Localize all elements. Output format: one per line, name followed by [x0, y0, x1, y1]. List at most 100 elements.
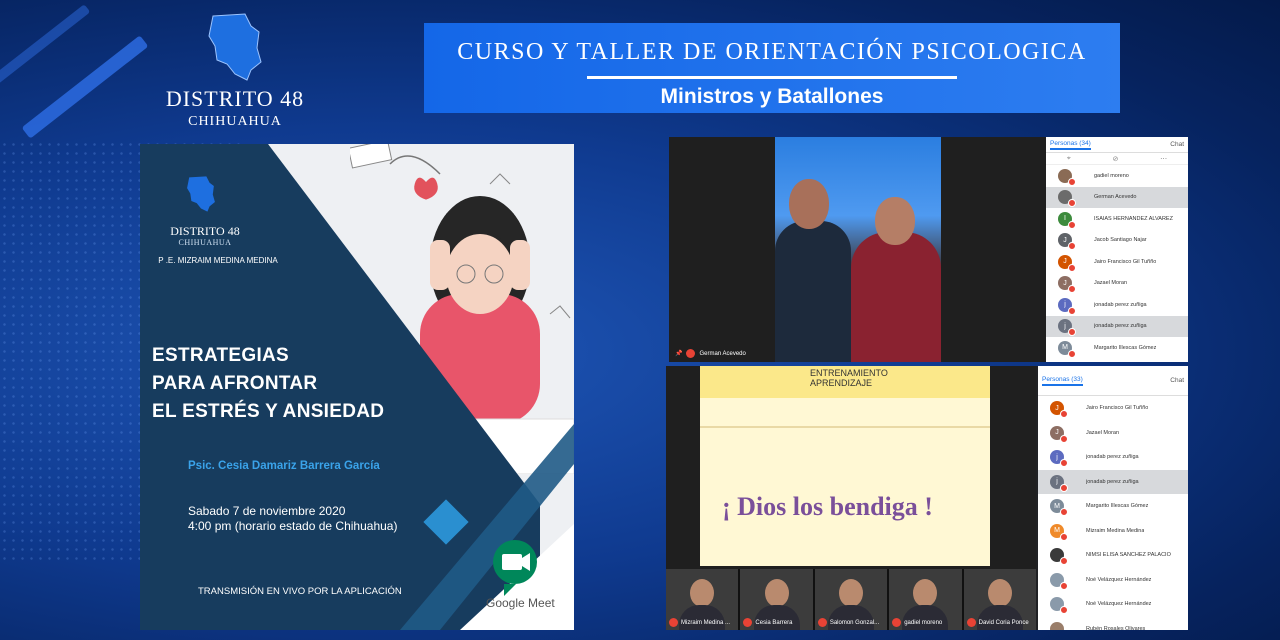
participant-row[interactable]: J Jazael Moran — [1038, 421, 1188, 446]
participant-name: gadiel moreno — [1094, 172, 1129, 179]
participant-row[interactable]: M Margarito Illescas Gómez — [1038, 494, 1188, 519]
participant-row[interactable]: J Jairo Francisco Gil Tuñño — [1046, 251, 1188, 273]
google-meet-label: Google Meet — [486, 596, 555, 610]
avatar: J — [1050, 425, 1068, 443]
participant-name: Jairo Francisco Gil Tuñño — [1094, 258, 1157, 265]
participant-head — [913, 579, 938, 607]
participant-row[interactable]: j jonadab perez zuñiga — [1038, 469, 1188, 494]
presentation-slide: ENTRENAMIENTO APRENDIZAJE ¡ Dios los ben… — [700, 366, 990, 566]
mic-muted-icon — [669, 618, 678, 627]
avatar — [1050, 548, 1068, 566]
participant-head — [839, 579, 864, 607]
participant-list: J Jairo Francisco Gil Tuñño J Jazael Moran j… — [1038, 396, 1188, 630]
participant-tile-strip: Mizraim Medina ... Cesia Barrera Salomon G… — [666, 569, 1037, 630]
participant-row[interactable]: J Jacob Santiago Najar — [1046, 230, 1188, 252]
participant-name: Jazael Moran — [1094, 280, 1128, 287]
poster-district: DISTRITO 48 — [170, 224, 240, 238]
participant-row[interactable]: Rubén Rosales Olivares — [1038, 617, 1188, 630]
participant-name: Jazael Moran — [1086, 429, 1120, 436]
mic-muted-icon — [892, 618, 902, 627]
participant-name: German Acevedo — [1094, 194, 1137, 201]
participant-row[interactable]: j jonadab perez zuñiga — [1038, 445, 1188, 470]
participant-row[interactable]: German Acevedo — [1046, 186, 1188, 208]
avatar-initial: j — [1064, 322, 1066, 330]
participant-tile[interactable]: Salomon Gonzal... — [814, 569, 888, 630]
participant-name: jonadab perez zuñiga — [1094, 323, 1147, 330]
tab-chat[interactable]: Chat — [1170, 377, 1184, 384]
participant-row[interactable]: j jonadab perez zuñiga — [1046, 294, 1188, 316]
poster-speaker: Psic. Cesia Damariz Barrera García — [188, 460, 380, 472]
tab-chat[interactable]: Chat — [1170, 141, 1184, 148]
participant-tile[interactable]: Cesia Barrera — [740, 569, 813, 630]
avatar: M — [1058, 340, 1076, 358]
mic-muted-icon — [1068, 177, 1076, 186]
slide-header: ENTRENAMIENTO APRENDIZAJE — [700, 366, 990, 398]
avatar — [1058, 190, 1076, 208]
participant-row[interactable]: NIMSI ELISA SANCHEZ PALACIO — [1038, 543, 1188, 568]
participant-name: ISAIAS HERNANDEZ ALVAREZ — [1094, 215, 1173, 222]
participant-row[interactable]: Noé Velázquez Hernández — [1038, 592, 1188, 617]
mic-muted-icon — [966, 618, 976, 627]
logo-subtitle: CHIHUAHUA — [188, 114, 282, 129]
mic-muted-icon — [1068, 220, 1076, 229]
speaker-name-label: 📌 German Acevedo — [675, 349, 746, 358]
avatar: M — [1050, 523, 1068, 541]
poster-title: ESTRATEGIAS PARA AFRONTAR EL ESTRÉS Y AN… — [152, 342, 384, 426]
participant-row[interactable]: j jonadab perez zuñiga — [1046, 315, 1188, 337]
poster-time: 4:00 pm (horario estado de Chihuahua) — [188, 519, 398, 533]
speaker-name: German Acevedo — [699, 350, 746, 357]
avatar: J — [1058, 233, 1076, 251]
tab-people[interactable]: Personas (34) — [1050, 140, 1091, 150]
participant-tile[interactable]: gadiel moreno — [889, 569, 962, 630]
speaker-video[interactable] — [775, 137, 941, 362]
event-poster: DISTRITO 48 CHIHUAHUA P .E. MIZRAIM MEDI… — [140, 144, 574, 630]
pin-icon[interactable]: ⌖ — [1067, 155, 1071, 163]
poster-date: Sabado 7 de noviembre 2020 — [188, 504, 346, 518]
mic-muted-icon — [1060, 508, 1068, 517]
tile-name-label: Cesia Barrera — [743, 618, 792, 627]
mic-muted-icon — [817, 618, 827, 627]
mic-muted-icon — [743, 618, 753, 627]
mute-all-icon[interactable]: ⊘ — [1113, 155, 1119, 163]
poster-pastor: P .E. MIZRAIM MEDINA MEDINA — [158, 256, 278, 265]
logo-title: DISTRITO 48 — [165, 86, 305, 111]
avatar — [1058, 168, 1076, 186]
participant-row[interactable]: gadiel moreno — [1046, 165, 1188, 187]
slide-header-line: ENTRENAMIENTO — [810, 368, 888, 378]
avatar: j — [1050, 450, 1068, 468]
mic-muted-icon — [1068, 242, 1076, 251]
participant-row[interactable]: M Mizraim Medina Medina — [1038, 519, 1188, 544]
mic-muted-icon — [1060, 581, 1068, 590]
tab-people[interactable]: Personas (33) — [1042, 376, 1083, 386]
participant-row[interactable]: J Jairo Francisco Gil Tuñño — [1038, 396, 1188, 421]
avatar: J — [1058, 254, 1076, 272]
participant-head — [764, 579, 789, 607]
participant-tile[interactable]: Mizraim Medina ... — [666, 569, 739, 630]
participant-head — [789, 179, 829, 229]
district-logo: DISTRITO 48 CHIHUAHUA — [150, 12, 320, 130]
avatar: J — [1050, 401, 1068, 419]
participant-row[interactable]: I ISAIAS HERNANDEZ ALVAREZ — [1046, 208, 1188, 230]
participant-row[interactable]: J Jazael Moran — [1046, 273, 1188, 295]
participant-head — [987, 579, 1012, 607]
people-panel: Personas (34) Chat ⌖ ⊘ ⋯ gadiel moreno Ge… — [1046, 137, 1188, 362]
banner-title: CURSO Y TALLER DE ORIENTACIÓN PSICOLOGIC… — [457, 39, 1087, 65]
mic-muted-icon — [1068, 349, 1076, 358]
participant-name: jonadab perez zuñiga — [1086, 478, 1139, 485]
more-options-icon[interactable]: ⋯ — [1160, 155, 1167, 163]
participant-figure — [851, 232, 941, 362]
mic-muted-icon — [686, 349, 696, 358]
tile-name: Cesia Barrera — [755, 619, 793, 626]
participant-tile[interactable]: David Coria Ponce — [963, 569, 1037, 630]
participant-row[interactable]: Noé Velázquez Hernández — [1038, 568, 1188, 593]
avatar-initial: j — [1056, 478, 1058, 486]
poster-title-line: PARA AFRONTAR — [152, 373, 318, 394]
course-banner: CURSO Y TALLER DE ORIENTACIÓN PSICOLOGIC… — [424, 23, 1120, 113]
tile-name-label: gadiel moreno — [892, 618, 942, 627]
panel-controls: ⌖ ⊘ ⋯ — [1046, 153, 1188, 165]
participant-row[interactable]: M Margarito Illescas Gómez — [1046, 337, 1188, 359]
poster-title-line: EL ESTRÉS Y ANSIEDAD — [152, 401, 385, 422]
participant-name: Noé Velázquez Hernández — [1086, 601, 1152, 608]
tile-name-label: Salomon Gonzal... — [817, 618, 879, 627]
avatar-initial: j — [1056, 453, 1058, 461]
